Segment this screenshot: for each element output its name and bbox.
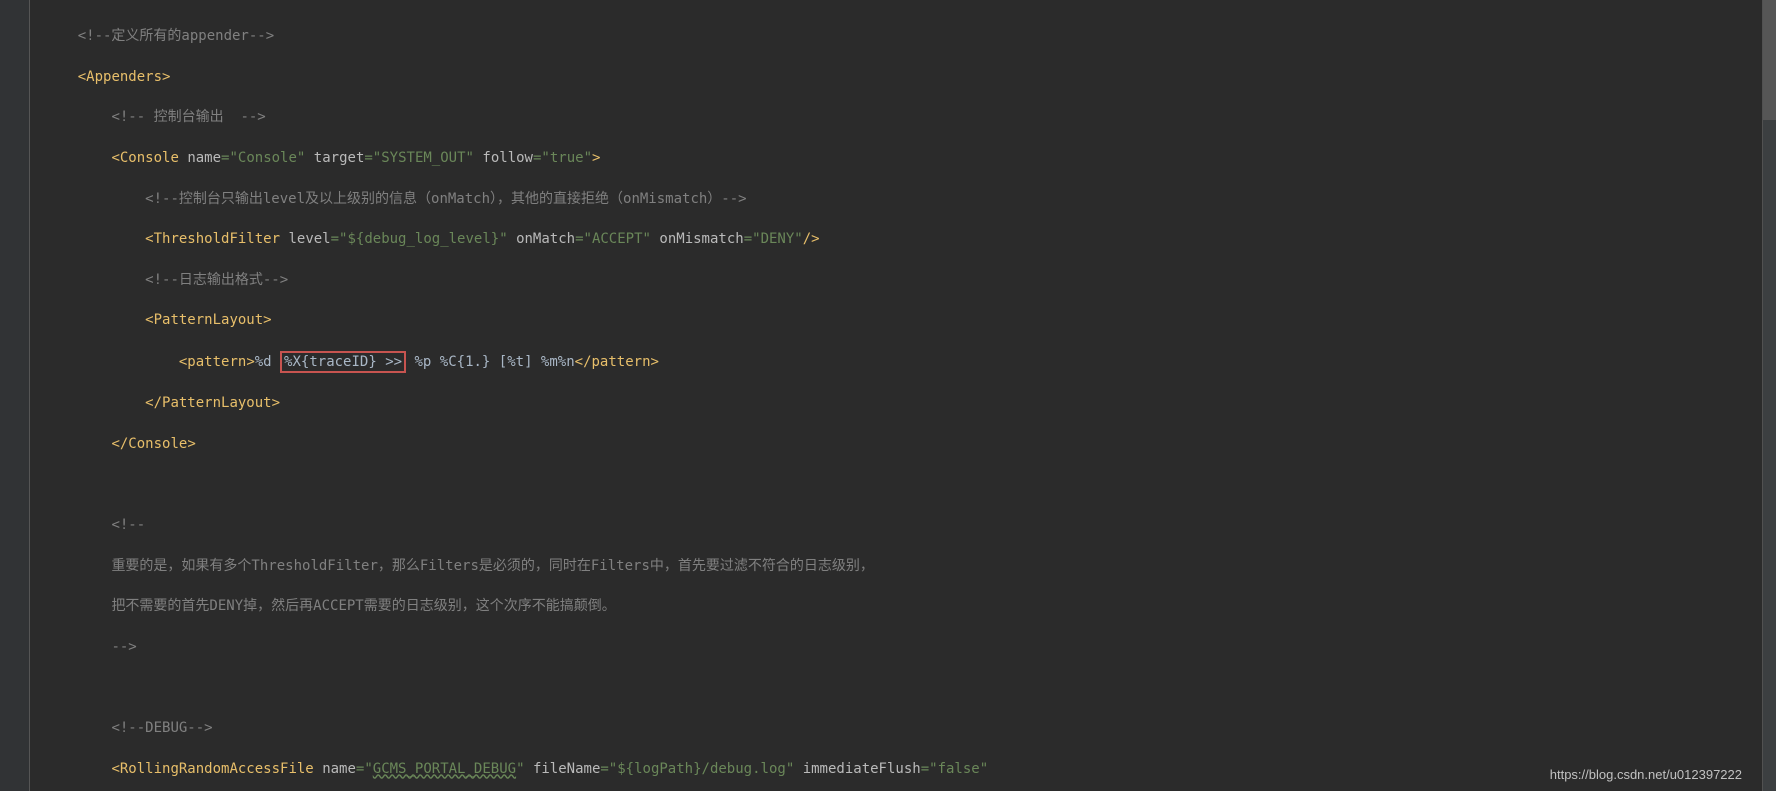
xml-attr: fileName bbox=[533, 761, 600, 777]
xml-attr: name bbox=[322, 761, 356, 777]
xml-value: true bbox=[550, 150, 584, 166]
xml-attr: onMismatch bbox=[659, 231, 743, 247]
xml-tag: RollingRandomAccessFile bbox=[120, 761, 314, 777]
xml-value: GCMS_PORTAL_DEBUG bbox=[373, 761, 516, 777]
code-line bbox=[44, 678, 1762, 698]
scrollbar-thumb[interactable] bbox=[1763, 0, 1776, 120]
xml-attr: follow bbox=[482, 150, 533, 166]
xml-value: ACCEPT bbox=[592, 231, 643, 247]
code-line bbox=[44, 475, 1762, 495]
vertical-scrollbar[interactable] bbox=[1762, 0, 1776, 791]
highlight-traceid: %X{traceID} >> bbox=[280, 351, 406, 373]
xml-attr: immediateFlush bbox=[803, 761, 921, 777]
xml-tag: pattern bbox=[592, 354, 651, 370]
xml-comment: <!-- bbox=[111, 517, 145, 533]
code-line: --> bbox=[44, 637, 1762, 657]
xml-tag: ThresholdFilter bbox=[154, 231, 280, 247]
code-line: 重要的是，如果有多个ThresholdFilter，那么Filters是必须的，… bbox=[44, 556, 1762, 576]
xml-comment: <!--定义所有的appender--> bbox=[78, 28, 274, 44]
code-line: </PatternLayout> bbox=[44, 393, 1762, 413]
editor-gutter bbox=[0, 0, 30, 791]
xml-tag: PatternLayout bbox=[154, 312, 264, 328]
xml-comment: 把不需要的首先DENY掉，然后再ACCEPT需要的日志级别，这个次序不能搞颠倒。 bbox=[111, 598, 615, 614]
pattern-text: %d bbox=[255, 354, 280, 370]
code-line: <!-- bbox=[44, 515, 1762, 535]
xml-comment: <!--控制台只输出level及以上级别的信息（onMatch），其他的直接拒绝… bbox=[145, 191, 746, 207]
xml-value: DENY bbox=[761, 231, 795, 247]
xml-attr: target bbox=[314, 150, 365, 166]
xml-comment: --> bbox=[111, 639, 136, 655]
code-line: <pattern>%d %X{traceID} >> %p %C{1.} [%t… bbox=[44, 351, 1762, 373]
code-line: <PatternLayout> bbox=[44, 310, 1762, 330]
xml-value: Console bbox=[238, 150, 297, 166]
xml-tag: PatternLayout bbox=[162, 395, 272, 411]
xml-value: SYSTEM_OUT bbox=[381, 150, 465, 166]
code-line: <!--控制台只输出level及以上级别的信息（onMatch），其他的直接拒绝… bbox=[44, 189, 1762, 209]
code-line: 把不需要的首先DENY掉，然后再ACCEPT需要的日志级别，这个次序不能搞颠倒。 bbox=[44, 596, 1762, 616]
xml-attr: onMatch bbox=[516, 231, 575, 247]
xml-comment: <!--DEBUG--> bbox=[111, 720, 212, 736]
xml-comment: <!--日志输出格式--> bbox=[145, 272, 288, 288]
xml-value: ${debug_log_level} bbox=[347, 231, 499, 247]
xml-attr: name bbox=[187, 150, 221, 166]
pattern-text: %p %C{1.} [%t] %m%n bbox=[406, 354, 575, 370]
code-editor[interactable]: <!--定义所有的appender--> <Appenders> <!-- 控制… bbox=[30, 0, 1762, 791]
watermark-text: https://blog.csdn.net/u012397222 bbox=[1550, 765, 1742, 785]
xml-value: ${logPath}/debug.log bbox=[617, 761, 786, 777]
xml-value: false bbox=[938, 761, 980, 777]
code-line: <!--日志输出格式--> bbox=[44, 270, 1762, 290]
xml-tag: Console bbox=[120, 150, 179, 166]
xml-tag: Console bbox=[128, 436, 187, 452]
code-line: </Console> bbox=[44, 434, 1762, 454]
code-line: <RollingRandomAccessFile name="GCMS_PORT… bbox=[44, 759, 1762, 779]
code-line: <Appenders> bbox=[44, 67, 1762, 87]
xml-tag: Appenders bbox=[86, 69, 162, 85]
code-line: <Console name="Console" target="SYSTEM_O… bbox=[44, 148, 1762, 168]
xml-tag: pattern bbox=[187, 354, 246, 370]
code-line: <!--DEBUG--> bbox=[44, 718, 1762, 738]
xml-comment: 重要的是，如果有多个ThresholdFilter，那么Filters是必须的，… bbox=[111, 558, 873, 574]
xml-comment: <!-- 控制台输出 --> bbox=[111, 109, 265, 125]
code-line: <!--定义所有的appender--> bbox=[44, 26, 1762, 46]
highlighted-text: %X{traceID} >> bbox=[284, 354, 402, 370]
code-line: <!-- 控制台输出 --> bbox=[44, 107, 1762, 127]
code-line: <ThresholdFilter level="${debug_log_leve… bbox=[44, 229, 1762, 249]
xml-attr: level bbox=[288, 231, 330, 247]
